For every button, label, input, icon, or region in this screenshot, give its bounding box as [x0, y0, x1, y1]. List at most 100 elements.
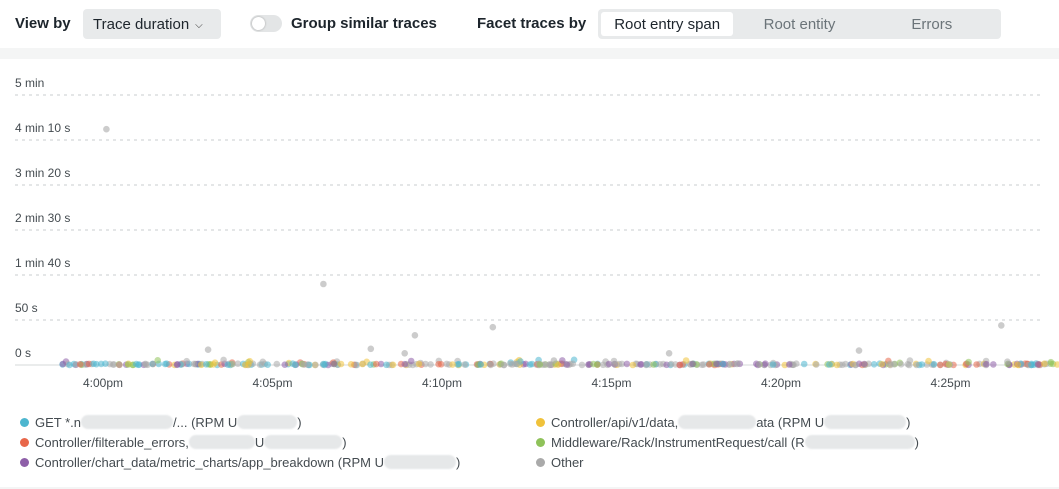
- trace-point: [1014, 361, 1022, 369]
- trace-point: [109, 361, 117, 368]
- trace-point: [389, 361, 397, 369]
- trace-point: [713, 360, 720, 368]
- legend-label: Controller/api/v1/data,: [551, 414, 679, 430]
- trace-point: [245, 361, 252, 369]
- trace-point: [163, 360, 170, 368]
- trace-point: [629, 361, 637, 369]
- trace-point: [210, 361, 217, 368]
- trace-point: [785, 361, 793, 368]
- y-tick-label: 5 min: [15, 76, 44, 90]
- x-tick-label: 4:05pm: [252, 376, 292, 390]
- legend-label-suffix: U: [254, 434, 265, 450]
- trace-point: [611, 360, 618, 368]
- trace-point-outlier: [855, 347, 863, 354]
- trace-point: [373, 360, 380, 368]
- trace-point: [461, 361, 469, 368]
- scatter-chart[interactable]: 5 min 4 min 10 s 3 min 20 s 2 min 30 s 1 min…: [0, 59, 1059, 399]
- view-by-dropdown[interactable]: Trace duration ⌵: [83, 9, 221, 39]
- legend-dot: [536, 417, 545, 427]
- trace-point: [689, 360, 696, 368]
- trace-point: [359, 360, 366, 368]
- facet-segmented-control: Root entry span Root entity Errors: [598, 9, 1001, 39]
- trace-point: [643, 361, 650, 368]
- trace-point: [590, 360, 597, 368]
- trace-point: [449, 361, 456, 368]
- trace-point: [536, 361, 544, 368]
- trace-point: [676, 361, 683, 369]
- x-tick-label: 4:20pm: [761, 376, 801, 390]
- trace-point-outlier: [489, 323, 497, 331]
- trace-point: [936, 361, 944, 369]
- trace-point: [133, 360, 140, 368]
- trace-point-outlier: [411, 332, 419, 339]
- y-tick-label: 4 min 10 s: [15, 121, 70, 135]
- legend-item[interactable]: GET *.n /... (RPM U ): [20, 412, 460, 432]
- trace-point: [623, 360, 631, 368]
- trace-point: [202, 361, 210, 368]
- redacted-text: [804, 435, 915, 449]
- toggle-knob: [252, 17, 265, 30]
- trace-point: [124, 361, 132, 368]
- trace-point: [762, 360, 769, 368]
- trace-point: [337, 360, 345, 368]
- trace-point: [174, 361, 181, 368]
- trace-point: [925, 357, 932, 365]
- y-tick-label: 50 s: [15, 301, 38, 315]
- trace-point: [945, 361, 953, 368]
- trace-point: [59, 360, 67, 368]
- trace-point: [973, 361, 980, 368]
- legend-label: GET *.n: [35, 414, 82, 430]
- trace-point: [321, 361, 328, 369]
- trace-point-outlier: [320, 280, 327, 288]
- redacted-text: [188, 435, 255, 449]
- trace-point: [1041, 360, 1048, 368]
- facet-option-root-entry-span[interactable]: Root entry span: [601, 12, 734, 36]
- group-similar-toggle[interactable]: [250, 15, 282, 32]
- trace-point: [76, 361, 84, 368]
- trace-point-outlier: [550, 357, 558, 364]
- trace-point: [116, 361, 123, 369]
- trace-point: [813, 361, 820, 368]
- trace-point: [983, 360, 990, 368]
- trace-point: [599, 361, 607, 369]
- trace-point: [291, 361, 299, 369]
- legend-label-end: ): [456, 454, 461, 470]
- trace-point: [330, 360, 338, 368]
- view-by-value: Trace duration: [93, 15, 190, 33]
- redacted-text: [81, 415, 174, 429]
- trace-point: [367, 361, 374, 369]
- trace-point: [667, 360, 675, 368]
- trace-point: [886, 360, 894, 368]
- legend-label: Middleware/Rack/InstrumentRequest/call (…: [551, 434, 805, 450]
- legend-dot: [536, 437, 545, 447]
- legend-item[interactable]: Controller/api/v1/data, ata (RPM U ): [536, 412, 919, 432]
- trace-point: [897, 361, 905, 368]
- trace-point: [826, 361, 833, 368]
- trace-point: [256, 361, 264, 369]
- trace-point-outlier: [401, 350, 409, 357]
- trace-point: [965, 358, 972, 366]
- redacted-text: [384, 455, 456, 469]
- y-tick-label: 2 min 30 s: [15, 211, 70, 225]
- trace-point: [637, 361, 644, 368]
- legend-dot: [20, 457, 29, 467]
- facet-option-errors[interactable]: Errors: [866, 12, 998, 36]
- trace-point: [477, 361, 485, 368]
- legend-item[interactable]: Other: [536, 452, 919, 472]
- legend-item[interactable]: Controller/chart_data/metric_charts/app_…: [20, 452, 460, 472]
- trace-point: [682, 357, 690, 364]
- legend-item[interactable]: Middleware/Rack/InstrumentRequest/call (…: [536, 432, 919, 452]
- trace-point: [990, 361, 997, 368]
- trace-chart-panel: 5 min 4 min 10 s 3 min 20 s 2 min 30 s 1 min…: [0, 59, 1059, 487]
- legend-dot: [20, 437, 29, 447]
- legend-item[interactable]: Controller/filterable_errors, U ): [20, 432, 460, 452]
- legend-label-end: ): [914, 434, 919, 450]
- legend-right: Controller/api/v1/data, ata (RPM U ) Mid…: [536, 412, 919, 472]
- trace-point: [383, 361, 390, 369]
- trace-point: [300, 361, 308, 368]
- legend-dot: [20, 417, 29, 427]
- facet-option-root-entity[interactable]: Root entity: [733, 12, 865, 36]
- trace-point: [559, 357, 566, 364]
- trace-point: [347, 361, 355, 368]
- group-similar-label: Group similar traces: [291, 15, 437, 32]
